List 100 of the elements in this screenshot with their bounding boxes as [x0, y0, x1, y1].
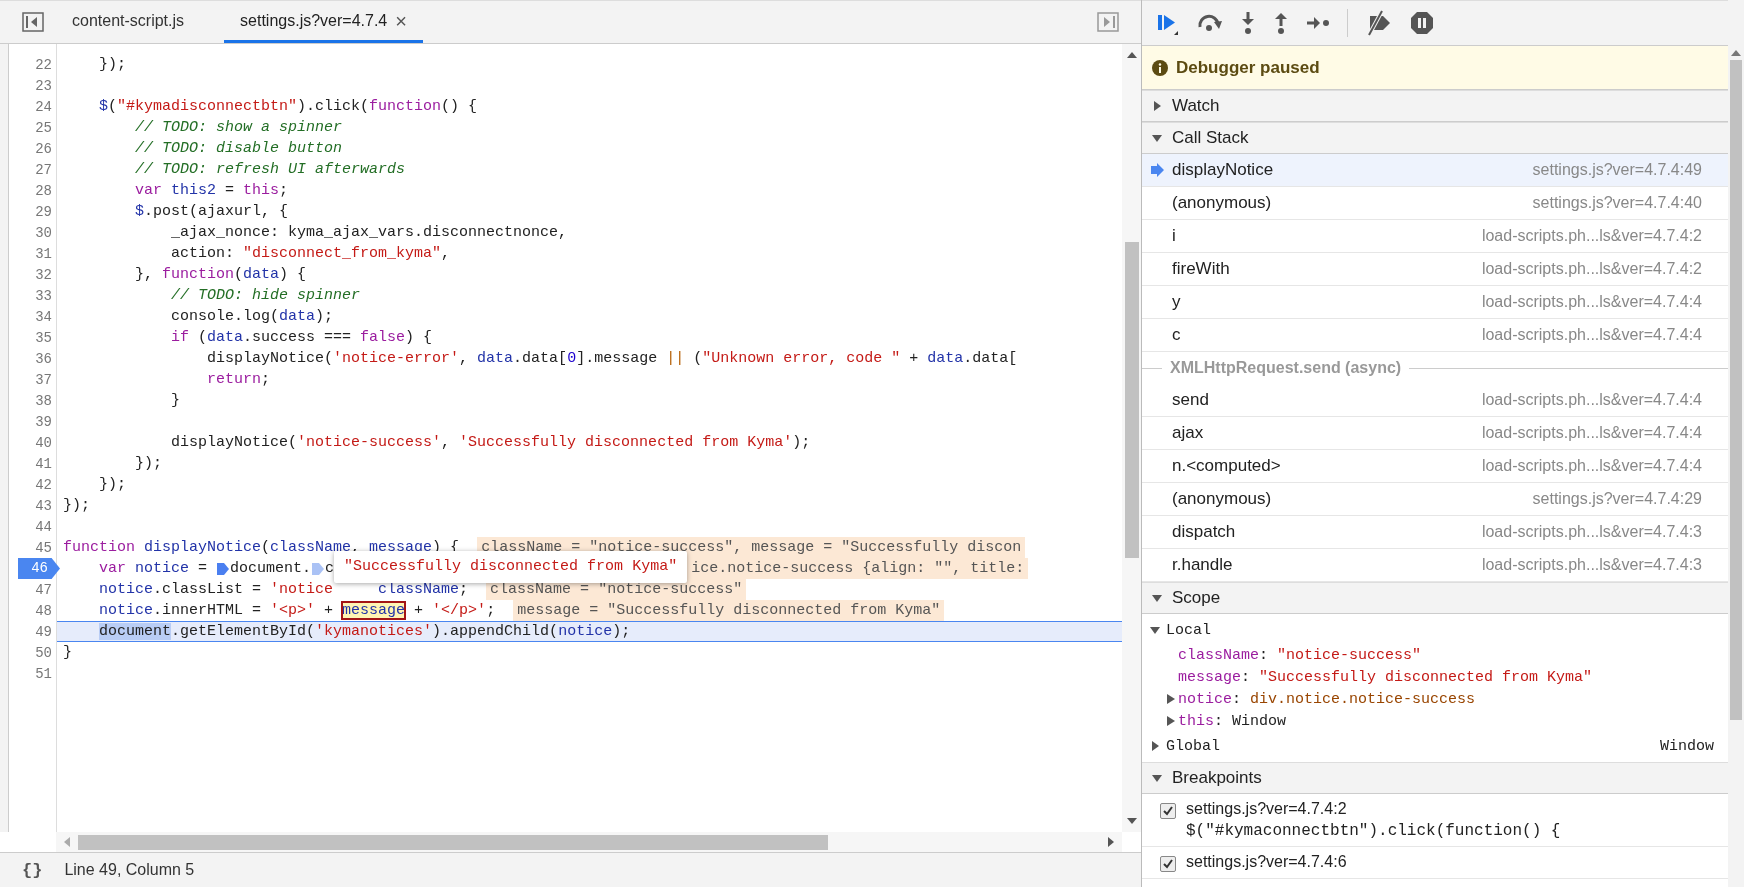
line-number[interactable]: 35	[35, 329, 56, 346]
call-frame[interactable]: displayNotice settings.js?ver=4.7.4:49	[1142, 154, 1728, 187]
section-header[interactable]: Call Stack	[1142, 122, 1728, 154]
checkbox[interactable]	[1160, 856, 1176, 872]
expand-icon[interactable]	[1166, 716, 1175, 726]
section-header[interactable]: Scope	[1142, 582, 1728, 614]
line-number[interactable]: 42	[35, 476, 56, 493]
pause-on-exceptions-icon[interactable]	[1410, 11, 1434, 35]
colon: :	[1259, 646, 1269, 664]
cursor-position: Line 49, Column 5	[64, 861, 195, 879]
step-icon[interactable]	[1306, 15, 1330, 31]
call-frame[interactable]: (anonymous) settings.js?ver=4.7.4:29	[1142, 483, 1728, 516]
line-number[interactable]: 39	[35, 413, 56, 430]
line-number[interactable]: 34	[35, 308, 56, 325]
line-number[interactable]: 49	[35, 623, 56, 640]
line-number[interactable]: 32	[35, 266, 56, 283]
call-frame[interactable]: (anonymous) settings.js?ver=4.7.4:40	[1142, 187, 1728, 220]
pretty-print-button[interactable]: {}	[22, 860, 43, 880]
line-number[interactable]: 37	[35, 371, 56, 388]
frame-location: load-scripts.ph...ls&ver=4.7.4:4	[1481, 293, 1702, 311]
code-line: action: "disconnect_from_kyma",	[170, 244, 451, 264]
call-frame[interactable]: fireWith load-scripts.ph...ls&ver=4.7.4:2	[1142, 253, 1728, 286]
line-number[interactable]: 28	[35, 182, 56, 199]
line-number[interactable]: 41	[35, 455, 56, 472]
code-line: // TODO: refresh UI afterwards	[134, 160, 406, 180]
code-line: if (data.success === false) {	[170, 328, 433, 348]
line-number[interactable]: 22	[35, 56, 56, 73]
toggle-navigator-icon[interactable]	[22, 12, 44, 32]
line-number[interactable]: 33	[35, 287, 56, 304]
call-frame[interactable]: i load-scripts.ph...ls&ver=4.7.4:2	[1142, 220, 1728, 253]
expand-icon[interactable]	[1166, 694, 1175, 704]
colon: :	[1214, 712, 1224, 730]
line-number[interactable]: 51	[35, 665, 56, 682]
scope-name: Local	[1166, 621, 1211, 639]
call-frame[interactable]: n.<computed> load-scripts.ph...ls&ver=4.7.4:4	[1142, 450, 1728, 483]
line-number[interactable]: 25	[35, 119, 56, 136]
variable-value: "notice-success"	[1277, 646, 1422, 664]
scrollbar[interactable]	[56, 832, 1122, 852]
line-number[interactable]: 48	[35, 602, 56, 619]
step-over-icon[interactable]	[1197, 13, 1223, 33]
line-number[interactable]: 24	[35, 98, 56, 115]
scrollbar[interactable]	[1122, 44, 1141, 832]
scroll-down-icon[interactable]	[1126, 818, 1137, 824]
step-out-icon[interactable]	[1273, 11, 1289, 35]
line-number[interactable]: 38	[35, 392, 56, 409]
arrow-marker-icon[interactable]	[312, 561, 325, 576]
line-number[interactable]: 27	[35, 161, 56, 178]
colon: :	[1232, 690, 1242, 708]
expand-icon[interactable]	[1150, 625, 1160, 635]
section-header[interactable]: Breakpoints	[1142, 762, 1728, 794]
line-number[interactable]: 50	[35, 644, 56, 661]
line-number[interactable]: 43	[35, 497, 56, 514]
line-number[interactable]: 26	[35, 140, 56, 157]
code-line: var this2 = this;	[134, 181, 289, 201]
line-number[interactable]: 44	[35, 518, 56, 535]
frame-name: (anonymous)	[1172, 193, 1272, 213]
scroll-up-icon[interactable]	[1126, 52, 1137, 58]
expand-icon[interactable]	[1150, 741, 1160, 751]
scrollbar-thumb[interactable]	[1730, 60, 1742, 720]
step-into-icon[interactable]	[1240, 11, 1256, 35]
variable-name: className	[1178, 646, 1259, 664]
frame-name: c	[1172, 325, 1181, 345]
line-number[interactable]: 36	[35, 350, 56, 367]
scroll-up-icon[interactable]	[1731, 50, 1741, 56]
current-frame-icon	[1151, 163, 1165, 177]
file-tab[interactable]: content-script.js	[56, 1, 201, 43]
code-line: console.log(data);	[170, 307, 334, 327]
call-frame[interactable]: dispatch load-scripts.ph...ls&ver=4.7.4:3	[1142, 516, 1728, 549]
code-line: notice.classList = 'notice className;	[98, 580, 469, 600]
line-number[interactable]: 45	[35, 539, 56, 556]
scrollbar-thumb[interactable]	[78, 834, 828, 850]
section-header[interactable]: Watch	[1142, 90, 1728, 122]
line-number[interactable]: 23	[35, 77, 56, 94]
code-line: // TODO: hide spinner	[170, 286, 361, 306]
close-tab-button[interactable]: ×	[395, 10, 407, 31]
line-number[interactable]: 46	[18, 558, 60, 579]
code-line: document.getElementById('kymanotices').appendChild(notice);	[63, 621, 631, 642]
call-frame[interactable]: y load-scripts.ph...ls&ver=4.7.4:4	[1142, 286, 1728, 319]
toggle-debugger-icon[interactable]	[1097, 12, 1119, 32]
line-number[interactable]: 30	[35, 224, 56, 241]
arrow-marker-icon[interactable]	[217, 561, 230, 576]
code-text: document.	[230, 559, 312, 579]
variable-value: "Successfully disconnected from Kyma"	[1259, 668, 1593, 686]
line-number[interactable]: 47	[35, 581, 56, 598]
line-number[interactable]: 29	[35, 203, 56, 220]
frame-name: i	[1172, 226, 1176, 246]
scrollbar-thumb[interactable]	[1124, 242, 1139, 558]
deactivate-breakpoints-icon[interactable]	[1365, 10, 1393, 36]
call-frame[interactable]: c load-scripts.ph...ls&ver=4.7.4:4	[1142, 319, 1728, 352]
line-number[interactable]: 31	[35, 245, 56, 262]
frame-name: ajax	[1172, 423, 1204, 443]
frame-location: load-scripts.ph...ls&ver=4.7.4:4	[1481, 326, 1702, 344]
file-tab[interactable]: settings.js?ver=4.7.4 ×	[224, 1, 423, 43]
checkbox[interactable]	[1160, 803, 1176, 819]
line-number[interactable]: 40	[35, 434, 56, 451]
scroll-right-icon[interactable]	[1108, 837, 1114, 847]
scrollbar[interactable]	[1728, 0, 1744, 887]
call-frame[interactable]: send load-scripts.ph...ls&ver=4.7.4:4	[1142, 384, 1728, 417]
call-frame[interactable]: ajax load-scripts.ph...ls&ver=4.7.4:4	[1142, 417, 1728, 450]
code-line: displayNotice('notice-error', data.data[0].message || ("Unknown error, code " + data.data[	[206, 349, 1018, 369]
